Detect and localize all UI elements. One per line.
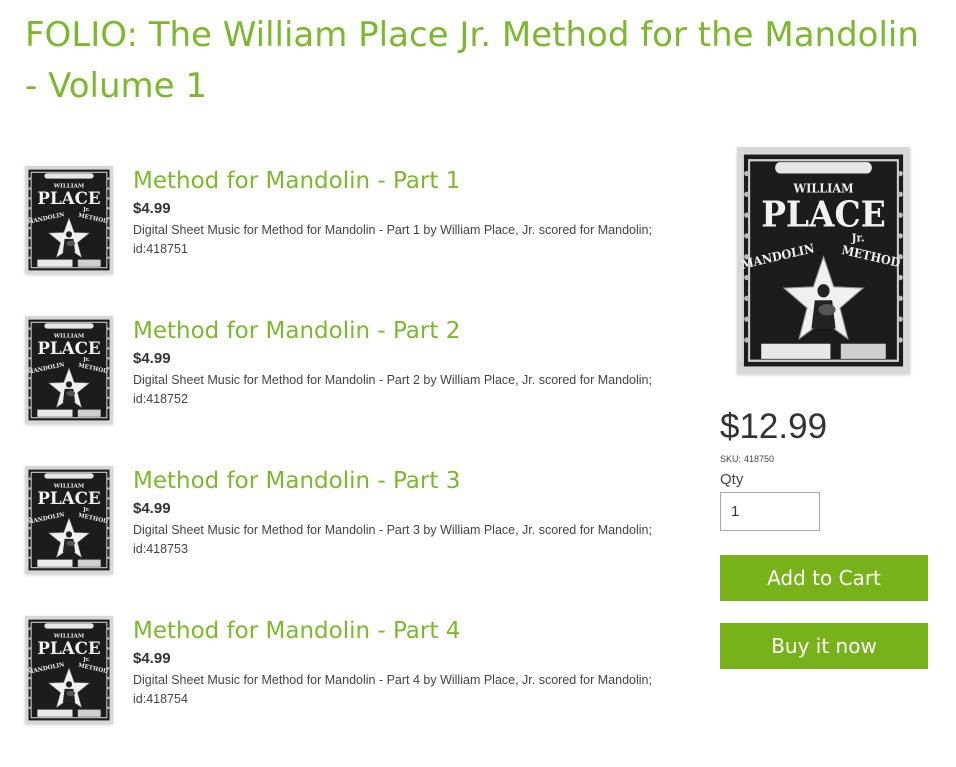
folio-cover-image[interactable]: WILLIAM PLACE Jr. MANDOLIN METHOD bbox=[737, 147, 910, 374]
product-title-link[interactable]: Method for Mandolin - Part 4 bbox=[133, 616, 678, 646]
product-title-link[interactable]: Method for Mandolin - Part 2 bbox=[133, 316, 678, 346]
svg-text:PLACE: PLACE bbox=[37, 188, 100, 208]
svg-text:Jr.: Jr. bbox=[851, 231, 865, 245]
svg-text:PLACE: PLACE bbox=[37, 638, 100, 658]
product-thumbnail[interactable]: WILLIAM PLACE Jr. MANDOLIN METHOD bbox=[25, 616, 113, 724]
qty-input[interactable] bbox=[720, 492, 820, 531]
product-item: WILLIAM PLACE Jr. MANDOLIN METHOD Method for… bbox=[25, 150, 685, 300]
buy-now-button[interactable]: Buy it now bbox=[720, 623, 928, 669]
product-thumbnail[interactable]: WILLIAM PLACE Jr. MANDOLIN METHOD bbox=[25, 166, 113, 274]
add-to-cart-button[interactable]: Add to Cart bbox=[720, 555, 928, 601]
product-price: $4.99 bbox=[133, 500, 171, 517]
product-info: Method for Mandolin - Part 3 $4.99 Digit… bbox=[133, 466, 678, 559]
svg-text:Jr.: Jr. bbox=[82, 507, 90, 513]
product-info: Method for Mandolin - Part 1 $4.99 Digit… bbox=[133, 166, 678, 259]
sku-label: SKU: bbox=[720, 454, 742, 464]
product-item: WILLIAM PLACE Jr. MANDOLIN METHOD Method for… bbox=[25, 300, 685, 450]
qty-label: Qty bbox=[720, 471, 744, 488]
product-price: $4.99 bbox=[133, 200, 171, 217]
product-description: Digital Sheet Music for Method for Mando… bbox=[133, 373, 652, 406]
svg-text:Jr.: Jr. bbox=[82, 357, 90, 363]
svg-text:PLACE: PLACE bbox=[37, 338, 100, 358]
product-description: Digital Sheet Music for Method for Mando… bbox=[133, 523, 652, 556]
product-title-link[interactable]: Method for Mandolin - Part 3 bbox=[133, 466, 678, 496]
product-item: WILLIAM PLACE Jr. MANDOLIN METHOD Method for… bbox=[25, 450, 685, 600]
product-description: Digital Sheet Music for Method for Mando… bbox=[133, 673, 652, 706]
page-title: FOLIO: The William Place Jr. Method for … bbox=[25, 15, 919, 106]
svg-text:Jr.: Jr. bbox=[82, 657, 90, 663]
sku-value: 418750 bbox=[744, 454, 775, 464]
sku-text: SKU: 418750 bbox=[720, 454, 774, 464]
product-info: Method for Mandolin - Part 2 $4.99 Digit… bbox=[133, 316, 678, 409]
product-price: $4.99 bbox=[133, 650, 171, 667]
product-thumbnail[interactable]: WILLIAM PLACE Jr. MANDOLIN METHOD bbox=[25, 466, 113, 574]
svg-text:PLACE: PLACE bbox=[37, 488, 100, 508]
product-thumbnail[interactable]: WILLIAM PLACE Jr. MANDOLIN METHOD bbox=[25, 316, 113, 424]
product-title-link[interactable]: Method for Mandolin - Part 1 bbox=[133, 166, 678, 196]
product-item: WILLIAM PLACE Jr. MANDOLIN METHOD Method for… bbox=[25, 600, 685, 750]
product-info: Method for Mandolin - Part 4 $4.99 Digit… bbox=[133, 616, 678, 709]
svg-text:PLACE: PLACE bbox=[761, 194, 886, 236]
product-price: $4.99 bbox=[133, 350, 171, 367]
product-description: Digital Sheet Music for Method for Mando… bbox=[133, 223, 652, 256]
product-list: WILLIAM PLACE Jr. MANDOLIN METHOD Method for… bbox=[25, 150, 685, 750]
folio-price: $12.99 bbox=[720, 407, 828, 446]
svg-text:Jr.: Jr. bbox=[82, 207, 90, 213]
